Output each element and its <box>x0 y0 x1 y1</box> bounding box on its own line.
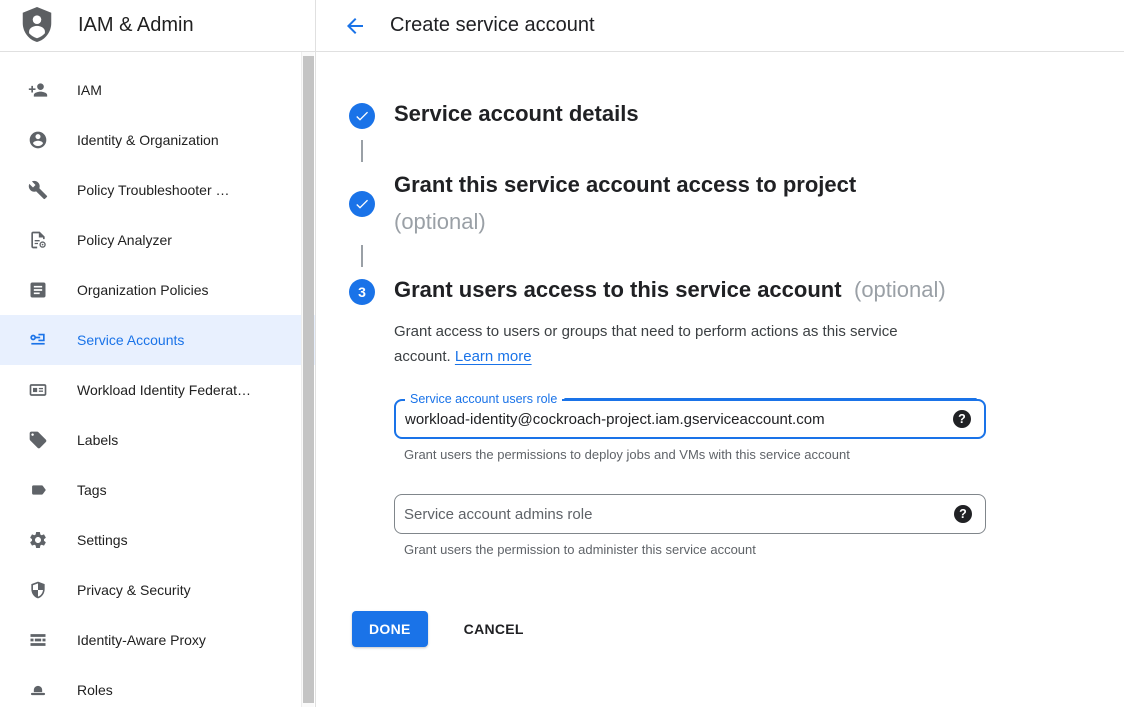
sidebar-item-label: Service Accounts <box>77 332 184 348</box>
done-button[interactable]: DONE <box>352 611 428 647</box>
shield-icon <box>28 580 48 600</box>
page-header: Create service account <box>316 0 1124 51</box>
learn-more-link[interactable]: Learn more <box>455 348 532 365</box>
sidebar-scrollbar-track <box>301 52 314 707</box>
proxy-grid-icon <box>28 630 48 650</box>
step-3-optional-label: (optional) <box>854 277 946 302</box>
account-circle-icon <box>28 130 48 150</box>
step-connector <box>361 245 363 267</box>
document-gear-icon <box>28 230 48 250</box>
sidebar-scrollbar-thumb[interactable] <box>303 56 314 703</box>
users-role-helper-text: Grant users the permissions to deploy jo… <box>404 447 1124 462</box>
sidebar-item-service-accounts[interactable]: Service Accounts <box>0 315 315 365</box>
badge-card-icon <box>28 380 48 400</box>
article-icon <box>28 280 48 300</box>
iam-shield-logo-icon <box>18 5 56 47</box>
sidebar-item-label: Identity-Aware Proxy <box>77 632 206 648</box>
person-add-icon <box>28 80 48 100</box>
sidebar-item-label: Labels <box>77 432 118 448</box>
step-3-grant-users-access: 3 Grant users access to this service acc… <box>349 273 1124 310</box>
sidebar-item-privacy-security[interactable]: Privacy & Security <box>0 565 315 615</box>
sidebar-item-tags[interactable]: Tags <box>0 465 315 515</box>
service-account-key-icon <box>28 330 48 350</box>
product-title: IAM & Admin <box>78 14 194 37</box>
help-icon[interactable]: ? <box>954 505 972 523</box>
sidebar-item-label: Organization Policies <box>77 282 209 298</box>
sidebar-item-label: Workload Identity Federat… <box>77 382 251 398</box>
wrench-icon <box>28 180 48 200</box>
step-3-number-badge: 3 <box>349 279 375 305</box>
sidebar-item-roles[interactable]: Roles <box>0 665 315 707</box>
step-3-description: Grant access to users or groups that nee… <box>394 319 956 369</box>
sidebar-item-iam[interactable]: IAM <box>0 65 315 115</box>
sidebar-item-workload-identity-federation[interactable]: Workload Identity Federat… <box>0 365 315 415</box>
sidebar-item-label: Settings <box>77 532 128 548</box>
product-header: IAM & Admin <box>0 0 316 51</box>
sidebar-item-label: Policy Analyzer <box>77 232 172 248</box>
users-role-field-container: Service account users role ? <box>394 399 986 439</box>
tag-filled-icon <box>28 480 48 500</box>
sidebar-item-policy-troubleshooter[interactable]: Policy Troubleshooter … <box>0 165 315 215</box>
app-bar: IAM & Admin Create service account <box>0 0 1124 52</box>
gear-icon <box>28 530 48 550</box>
sidebar-item-settings[interactable]: Settings <box>0 515 315 565</box>
step-1-title: Service account details <box>394 101 639 126</box>
sidebar-item-labels[interactable]: Labels <box>0 415 315 465</box>
step-3-title: Grant users access to this service accou… <box>394 277 842 302</box>
sidebar-item-identity-aware-proxy[interactable]: Identity-Aware Proxy <box>0 615 315 665</box>
admins-role-helper-text: Grant users the permission to administer… <box>404 542 1124 557</box>
sidebar-item-label: Roles <box>77 682 113 698</box>
admins-role-field-container: ? <box>394 494 986 534</box>
form-actions: DONE CANCEL <box>352 611 1124 647</box>
label-tag-icon <box>28 430 48 450</box>
admins-role-input[interactable] <box>395 495 985 533</box>
sidebar-item-label: Privacy & Security <box>77 582 191 598</box>
cancel-button[interactable]: CANCEL <box>464 621 524 637</box>
step-2-title: Grant this service account access to pro… <box>394 172 856 197</box>
users-role-input[interactable] <box>396 401 984 437</box>
sidebar: IAM Identity & Organization Policy Troub… <box>0 52 316 707</box>
sidebar-item-label: Policy Troubleshooter … <box>77 182 230 198</box>
step-2-check-icon <box>349 191 375 217</box>
main-content: Service account details Grant this servi… <box>316 52 1124 707</box>
sidebar-item-label: Identity & Organization <box>77 132 219 148</box>
hat-icon <box>28 680 48 700</box>
sidebar-item-identity-organization[interactable]: Identity & Organization <box>0 115 315 165</box>
sidebar-item-organization-policies[interactable]: Organization Policies <box>0 265 315 315</box>
sidebar-item-label: IAM <box>77 82 102 98</box>
sidebar-item-policy-analyzer[interactable]: Policy Analyzer <box>0 215 315 265</box>
help-icon[interactable]: ? <box>953 410 971 428</box>
step-connector <box>361 140 363 162</box>
page-title: Create service account <box>390 14 595 37</box>
step-2-optional-label: (optional) <box>394 205 856 239</box>
back-arrow-icon[interactable] <box>343 14 367 38</box>
step-2-grant-access-to-project[interactable]: Grant this service account access to pro… <box>349 168 1124 239</box>
step-1-service-account-details[interactable]: Service account details <box>349 97 1124 134</box>
step-1-check-icon <box>349 103 375 129</box>
sidebar-item-label: Tags <box>77 482 107 498</box>
